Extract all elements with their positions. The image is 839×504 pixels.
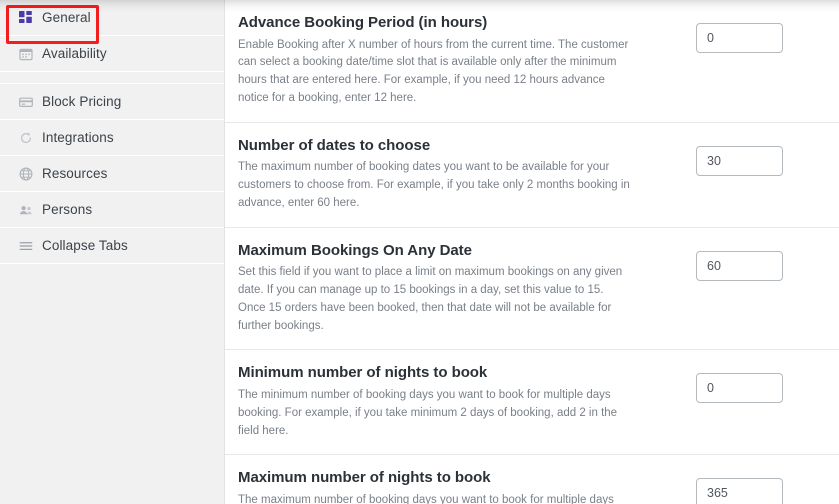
sidebar-item-label: Persons <box>42 201 93 217</box>
setting-help-text: The maximum number of booking dates you … <box>238 161 630 209</box>
setting-number-input[interactable] <box>696 373 783 404</box>
setting-control-block <box>648 241 813 281</box>
setting-number-input[interactable] <box>696 250 783 281</box>
setting-description-block: Maximum number of nights to book The maxi… <box>238 468 648 504</box>
sidebar-item-label: General <box>42 9 91 25</box>
setting-control-block <box>648 13 813 53</box>
setting-row: Number of dates to choose The maximum num… <box>225 123 839 228</box>
setting-help-text: Enable Booking after X number of hours f… <box>238 38 629 104</box>
setting-control-block <box>648 136 813 176</box>
settings-content-panel: Advance Booking Period (in hours) Enable … <box>225 0 839 504</box>
people-icon <box>18 202 33 217</box>
setting-row: Maximum number of nights to book The maxi… <box>225 455 839 504</box>
sidebar-item-label: Collapse Tabs <box>42 237 128 253</box>
setting-control-block <box>648 468 813 504</box>
setting-number-input[interactable] <box>696 145 783 176</box>
setting-number-input[interactable] <box>696 23 783 53</box>
sidebar-item-general[interactable]: General <box>0 0 224 36</box>
sidebar-item-label: Availability <box>42 45 107 61</box>
card-icon <box>18 94 33 109</box>
setting-description-block: Maximum Bookings On Any Date Set this fie… <box>238 241 648 350</box>
calendar-icon <box>18 46 33 61</box>
setting-control-block <box>648 363 813 404</box>
setting-title: Advance Booking Period (in hours) <box>238 14 488 31</box>
sidebar-item-resources[interactable]: Resources <box>0 156 224 192</box>
setting-title: Maximum number of nights to book <box>238 469 491 487</box>
setting-help-text: The minimum number of booking days you w… <box>238 388 618 437</box>
setting-title: Maximum Bookings On Any Date <box>238 241 472 259</box>
sidebar-item-integrations[interactable]: Integrations <box>0 120 224 156</box>
setting-description-block: Number of dates to choose The maximum num… <box>238 136 648 227</box>
settings-screen: General Availability Block Pricing Integrat… <box>0 0 839 504</box>
sidebar-item-availability[interactable]: Availability <box>0 36 224 72</box>
setting-row: Minimum number of nights to book The mini… <box>225 350 839 456</box>
globe-icon <box>18 166 33 181</box>
sidebar-item-persons[interactable]: Persons <box>0 192 224 228</box>
setting-row: Advance Booking Period (in hours) Enable … <box>225 0 839 123</box>
setting-row: Maximum Bookings On Any Date Set this fie… <box>225 228 839 351</box>
sidebar-item-label: Integrations <box>42 129 114 145</box>
settings-tabs-sidebar: General Availability Block Pricing Integrat… <box>0 0 225 504</box>
setting-number-input[interactable] <box>696 478 783 504</box>
setting-title: Number of dates to choose <box>238 136 431 154</box>
hamburger-icon <box>18 238 33 253</box>
sidebar-group-separator <box>0 72 224 84</box>
setting-help-text: The maximum number of booking days you w… <box>238 493 614 504</box>
sidebar-item-label: Resources <box>42 165 108 181</box>
setting-description-block: Advance Booking Period (in hours) Enable … <box>238 13 648 122</box>
grid-icon <box>18 10 33 25</box>
setting-help-text: Set this field if you want to place a li… <box>238 266 623 332</box>
sidebar-item-label: Block Pricing <box>42 93 122 109</box>
setting-title: Minimum number of nights to book <box>238 364 488 382</box>
refresh-icon <box>18 130 33 145</box>
sidebar-item-block-pricing[interactable]: Block Pricing <box>0 84 224 120</box>
setting-description-block: Minimum number of nights to book The mini… <box>238 363 648 454</box>
sidebar-item-collapse-tabs[interactable]: Collapse Tabs <box>0 228 224 264</box>
